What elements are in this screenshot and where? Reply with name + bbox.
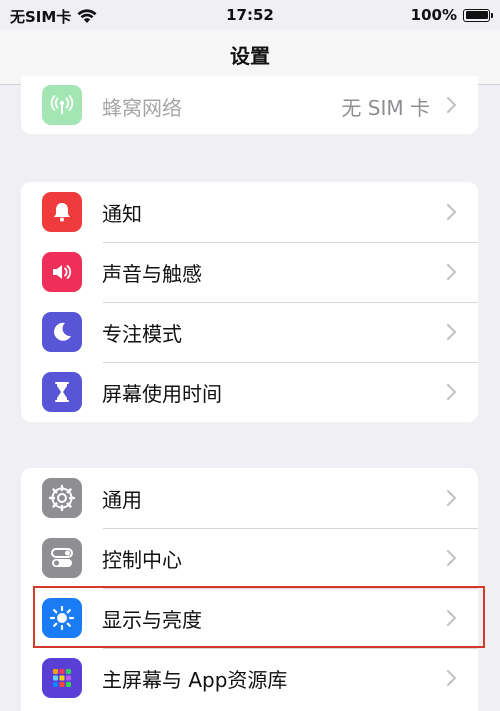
row-label: 蜂窝网络 (102, 96, 182, 120)
speaker-icon (42, 252, 82, 292)
row-label: 屏幕使用时间 (102, 381, 222, 406)
status-bar: 无SIM卡 17:52 100% (0, 0, 500, 30)
row-general[interactable]: 通用 (21, 468, 478, 528)
chevron-right-icon (446, 383, 457, 401)
toggles-icon (42, 538, 82, 578)
settings-group-network: 蜂窝网络 无 SIM 卡 (21, 76, 478, 134)
app-grid-icon (42, 658, 82, 698)
row-label: 主屏幕与 App资源库 (102, 667, 288, 692)
moon-icon (42, 312, 82, 352)
chevron-right-icon (446, 609, 457, 627)
settings-group-notifications: 通知 声音与触感 专注模式 屏幕使用时间 (21, 182, 478, 422)
sun-icon (42, 598, 82, 638)
status-right: 100% (410, 6, 493, 24)
row-cellular[interactable]: 蜂窝网络 无 SIM 卡 (21, 76, 478, 134)
bell-icon (42, 192, 82, 232)
row-screen-time[interactable]: 屏幕使用时间 (21, 362, 478, 422)
settings-group-general: 通用 控制中心 显示与亮度 主屏幕与 App资源库 (21, 468, 478, 711)
battery-percent: 100% (410, 6, 457, 24)
chevron-right-icon (446, 203, 457, 221)
row-control-center[interactable]: 控制中心 (21, 528, 478, 588)
row-label: 控制中心 (102, 547, 182, 572)
cellular-antenna-icon (42, 85, 82, 125)
row-sounds-haptics[interactable]: 声音与触感 (21, 242, 478, 302)
row-label: 声音与触感 (102, 261, 202, 286)
chevron-right-icon (446, 96, 457, 114)
row-value: 无 SIM 卡 (341, 96, 430, 120)
chevron-right-icon (446, 549, 457, 567)
row-label: 通用 (102, 487, 142, 512)
gear-icon (42, 478, 82, 518)
row-notifications[interactable]: 通知 (21, 182, 478, 242)
chevron-right-icon (446, 489, 457, 507)
hourglass-icon (42, 372, 82, 412)
row-focus[interactable]: 专注模式 (21, 302, 478, 362)
row-home-screen-app-library[interactable]: 主屏幕与 App资源库 (21, 648, 478, 708)
row-display-brightness[interactable]: 显示与亮度 (21, 588, 478, 648)
chevron-right-icon (446, 323, 457, 341)
chevron-right-icon (446, 669, 457, 687)
page-title: 设置 (230, 44, 270, 68)
chevron-right-icon (446, 263, 457, 281)
row-label: 通知 (102, 201, 142, 226)
battery-icon (463, 8, 493, 22)
row-label: 专注模式 (102, 321, 182, 346)
row-label: 显示与亮度 (102, 607, 202, 632)
